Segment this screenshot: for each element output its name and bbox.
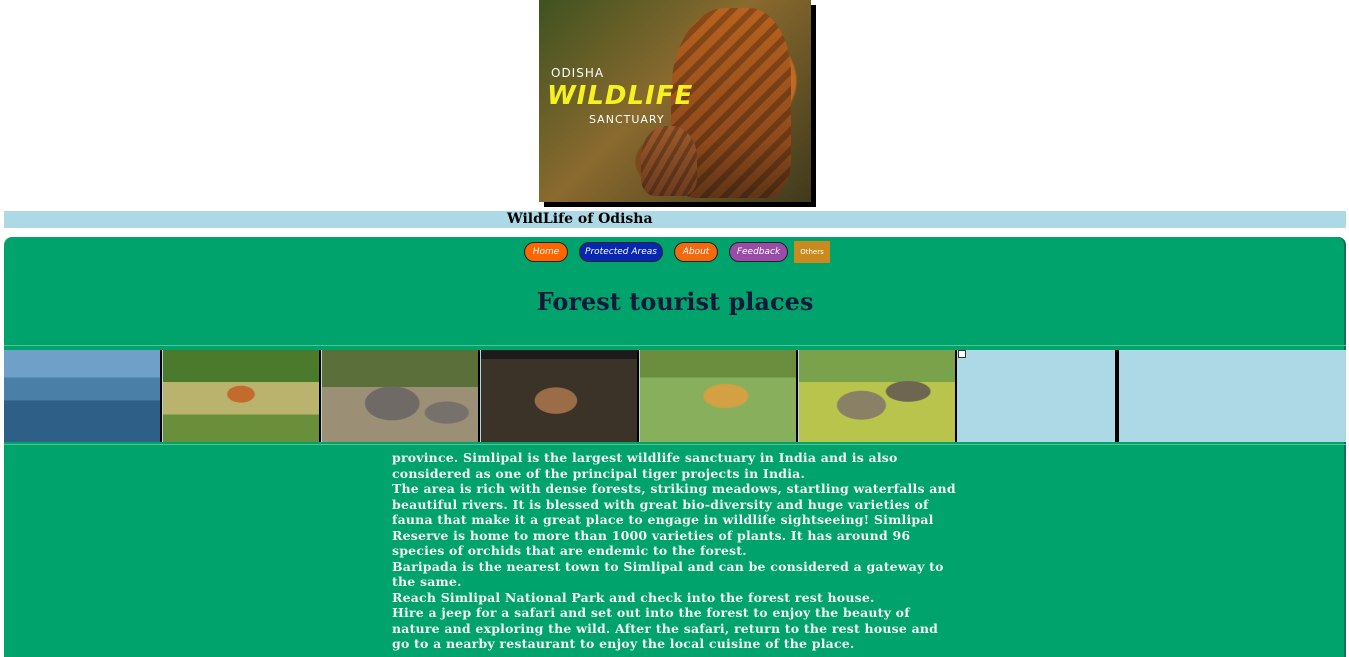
banner-text-odisha: ODISHA [551,66,605,80]
nav-about-button[interactable]: About [674,242,718,262]
paragraph: Hire a jeep for a safari and set out int… [392,605,939,651]
crocodiles-photo [799,350,957,442]
site-title-bar: WildLife of Odisha [4,211,1346,228]
flamingos-photo [4,350,162,442]
paragraph: province. Simlipal is the largest wildli… [392,450,898,481]
nav-others-button[interactable]: Others [794,241,830,263]
banner-text-wildlife: WILDLIFE [547,81,694,111]
site-title: WildLife of Odisha [507,211,653,227]
article-text: province. Simlipal is the largest wildli… [392,450,958,652]
nav-protected-areas-button[interactable]: Protected Areas [579,242,663,262]
antelope-photo [163,350,321,442]
nav-feedback-button[interactable]: Feedback [729,242,788,262]
broken-image-icon [958,350,966,358]
header-banner-image: ODISHA WILDLIFE SANCTUARY [539,0,811,202]
deer-photo [481,350,639,442]
paragraph: The area is rich with dense forests, str… [392,481,956,558]
leopard-photo [640,350,798,442]
page-title: Forest tourist places [536,287,814,316]
divider [4,345,1346,346]
elephants-photo [322,350,480,442]
banner-text-sanctuary: SANCTUARY [589,113,665,126]
paragraph: Reach Simlipal National Park and check i… [392,589,875,605]
tiger-cub-image [641,126,697,196]
nav-home-button[interactable]: Home [524,242,568,262]
broken-image-placeholder [958,350,1119,442]
main-content-panel: Home Protected Areas About Feedback Othe… [4,237,1346,657]
photo-gallery [4,350,1346,442]
divider [4,444,1346,445]
paragraph: Baripada is the nearest town to Simlipal… [392,558,944,590]
